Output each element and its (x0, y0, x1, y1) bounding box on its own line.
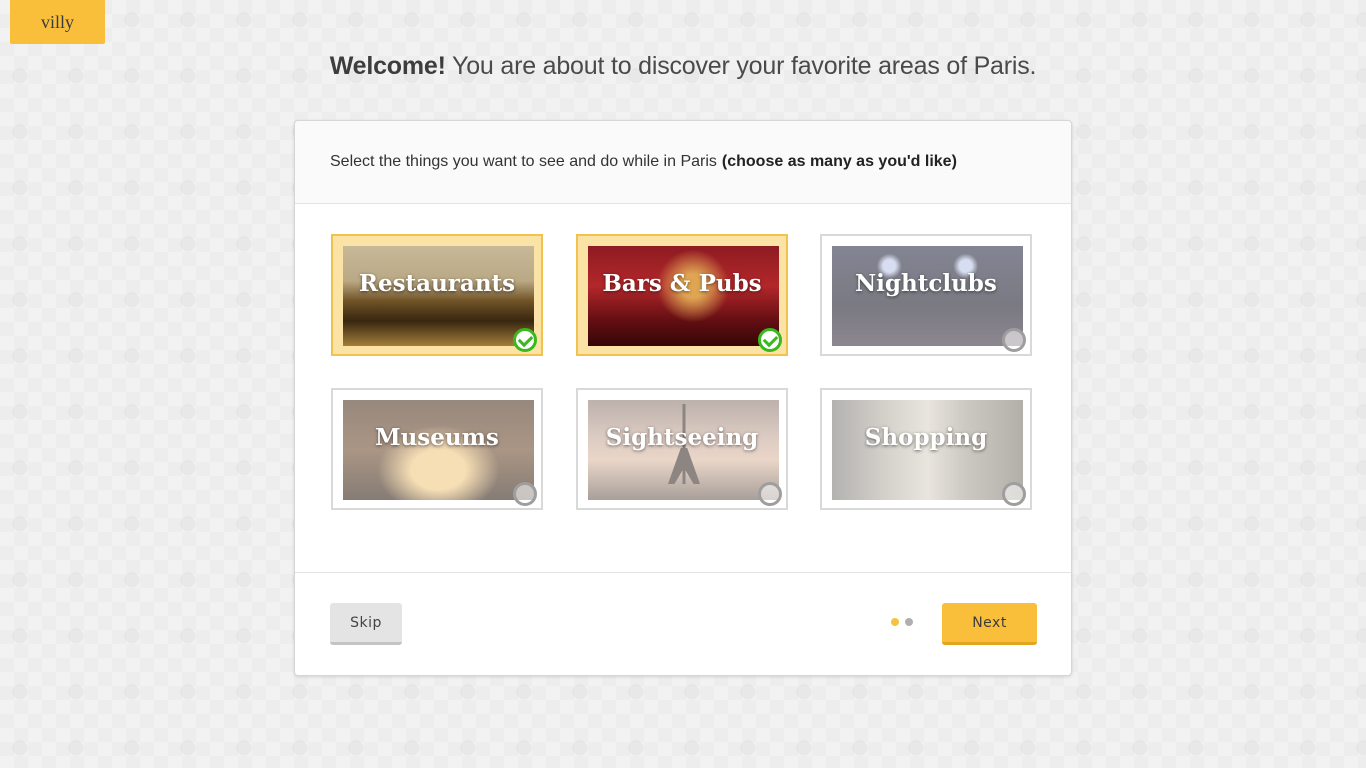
step-dot-2 (905, 618, 913, 626)
checkmark-icon (758, 328, 782, 352)
instruction-text: Select the things you want to see and do… (330, 153, 717, 170)
checkbox-circle-icon (1002, 328, 1026, 352)
option-card-nightclubs[interactable]: Nightclubs (820, 234, 1032, 356)
modal-header: Select the things you want to see and do… (295, 121, 1071, 204)
skip-button[interactable]: Skip (330, 603, 402, 645)
option-card-bars-pubs[interactable]: Bars & Pubs (576, 234, 788, 356)
welcome-bold: Welcome! (329, 52, 446, 80)
checkbox-circle-icon (758, 482, 782, 506)
preferences-modal: Select the things you want to see and do… (294, 120, 1072, 676)
category-grid: Restaurants Bars & Pubs Nightclubs Museu… (331, 234, 1036, 514)
checkbox-circle-icon (513, 482, 537, 506)
welcome-heading: Welcome! You are about to discover your … (0, 52, 1366, 81)
option-card-sightseeing[interactable]: Sightseeing (576, 388, 788, 510)
step-dot-1 (891, 618, 899, 626)
modal-footer: Skip Next (295, 572, 1071, 675)
option-card-restaurants[interactable]: Restaurants (331, 234, 543, 356)
option-label: Restaurants (358, 270, 516, 297)
option-label: Bars & Pubs (602, 270, 762, 297)
brand-logo[interactable]: villy (10, 0, 105, 44)
checkbox-circle-icon (1002, 482, 1026, 506)
step-indicator (891, 618, 913, 626)
option-card-shopping[interactable]: Shopping (820, 388, 1032, 510)
instruction-bold: (choose as many as you'd like) (721, 153, 957, 170)
next-button[interactable]: Next (942, 603, 1037, 645)
option-label: Sightseeing (605, 424, 759, 451)
option-label: Museums (375, 424, 499, 451)
checkmark-icon (513, 328, 537, 352)
option-label: Nightclubs (855, 270, 997, 297)
option-label: Shopping (864, 424, 988, 451)
welcome-text: You are about to discover your favorite … (445, 52, 1037, 80)
option-card-museums[interactable]: Museums (331, 388, 543, 510)
